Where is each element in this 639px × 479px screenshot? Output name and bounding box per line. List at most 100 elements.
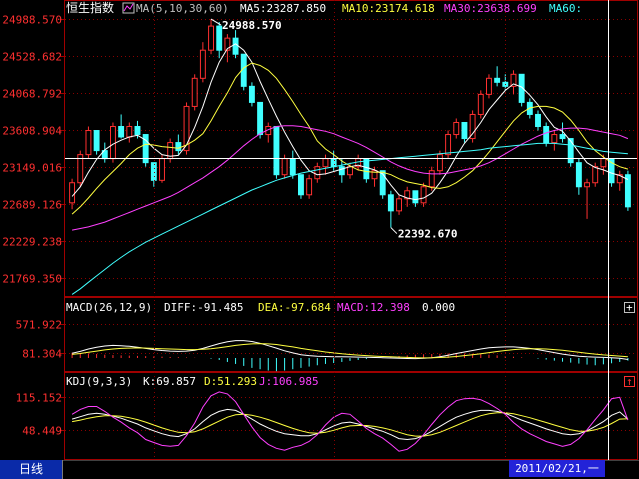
candle: [469, 110, 476, 143]
candle: [77, 150, 84, 187]
macd-header: MACD(26,12,9) DIFF:-91.485 DEA:-97.684 M…: [66, 301, 455, 314]
candle-body: [257, 101, 264, 136]
candle-body: [453, 121, 460, 136]
candle-body: [150, 162, 157, 181]
low-value-label: 22392.670: [398, 228, 458, 241]
candle: [445, 130, 452, 159]
kdj-tick-label: 115.152: [16, 392, 62, 405]
price-tick-label: 21769.350: [2, 273, 62, 286]
candle-body: [494, 77, 501, 83]
candle-body: [191, 77, 198, 107]
up-arrow-icon: ↑: [626, 375, 633, 388]
price-tick-label: 22229.238: [2, 236, 62, 249]
kdj-params: KDJ(9,3,3): [66, 375, 132, 388]
candle-body: [273, 126, 280, 176]
macd-tick-label: 571.922: [16, 319, 62, 332]
price-tick-label: 22689.126: [2, 199, 62, 212]
candle: [477, 90, 484, 119]
candle-body: [387, 194, 394, 212]
candle-body: [592, 166, 599, 184]
macd-diff-value: DIFF:-91.485: [164, 301, 243, 314]
candle-body: [396, 198, 402, 212]
candle-body: [110, 126, 116, 160]
candle: [379, 170, 386, 199]
high-value-label: 24988.570: [222, 19, 282, 32]
candle-body: [232, 37, 239, 55]
price-tick-label: 24068.792: [2, 88, 62, 101]
ma-params: MA(5,10,30,60): [136, 2, 229, 15]
candle: [93, 130, 100, 155]
candle-body: [216, 25, 223, 51]
candle: [486, 74, 492, 99]
candle-body: [338, 166, 345, 176]
candle-body: [93, 130, 100, 152]
chart-background: [0, 0, 639, 479]
candle-body: [600, 158, 607, 168]
candle-body: [535, 113, 541, 128]
high-annotation: 24988.570: [210, 18, 282, 32]
macd-params: MACD(26,12,9): [66, 301, 152, 314]
candle: [273, 126, 280, 179]
candle-body: [126, 126, 133, 138]
cursor-date-label: 2011/02/21,一: [509, 460, 605, 477]
plus-icon: +: [626, 301, 633, 314]
candle-body: [306, 178, 313, 196]
candle-body: [208, 25, 214, 51]
ma30-value: MA30:23638.699: [444, 2, 537, 15]
kdj-j-value: J:106.985: [259, 375, 319, 388]
candle: [110, 122, 116, 163]
candle-body: [248, 85, 255, 103]
macd-macd-value: MACD:12.398: [337, 301, 410, 314]
candle-body: [420, 186, 427, 204]
candle-body: [477, 93, 484, 115]
candle-body: [289, 158, 296, 176]
candle-body: [199, 49, 206, 79]
candle-body: [118, 126, 125, 138]
ma5-value: MA5:23287.850: [240, 2, 326, 15]
candle-body: [445, 134, 452, 156]
candle-body: [69, 182, 76, 204]
period-tab-daily[interactable]: 日线: [0, 460, 63, 479]
candle-body: [584, 182, 590, 188]
price-tick-label: 24988.570: [2, 14, 62, 27]
candle-body: [175, 142, 182, 152]
candle-body: [412, 190, 419, 204]
candle: [191, 74, 198, 111]
main-header: 恒生指数 MA(5,10,30,60) MA5:23287.850 MA10:2…: [66, 0, 582, 15]
stock-chart[interactable]: 24988.570 24528.682 24068.792 23608.904 2314…: [0, 0, 639, 479]
kdj-d-value: D:51.293: [204, 375, 257, 388]
candle-body: [461, 121, 468, 140]
ma10-value: MA10:23174.618: [342, 2, 435, 15]
candle: [518, 73, 525, 107]
macd-dea-value: DEA:-97.684: [258, 301, 331, 314]
candle-body: [85, 130, 92, 156]
candle: [420, 182, 427, 207]
candle: [624, 170, 631, 211]
candle-body: [428, 170, 435, 188]
candle: [306, 174, 313, 199]
candle: [248, 82, 255, 107]
price-tick-label: 24528.682: [2, 51, 62, 64]
price-tick-label: 23608.904: [2, 125, 62, 138]
candle-body: [134, 126, 141, 136]
kdj-k-value: K:69.857: [143, 375, 196, 388]
candle-body: [159, 158, 165, 181]
macd-expand-button[interactable]: +: [624, 301, 635, 314]
kdj-expand-button[interactable]: ↑: [624, 375, 635, 388]
candle-body: [567, 138, 574, 164]
macd-zero-value: 0.000: [422, 301, 455, 314]
kdj-tick-label: 48.449: [22, 425, 62, 438]
candle-body: [281, 158, 288, 176]
candle-body: [469, 113, 476, 140]
price-tick-label: 23149.016: [2, 162, 62, 175]
candle: [298, 174, 304, 199]
candle-body: [486, 77, 492, 95]
candle-body: [624, 174, 631, 208]
candle-body: [347, 166, 353, 176]
kdj-header: KDJ(9,3,3) K:69.857 D:51.293 J:106.985: [66, 375, 319, 388]
macd-tick-label: 81.304: [22, 348, 62, 361]
candle: [240, 53, 247, 91]
candle-body: [298, 174, 304, 196]
candle-body: [543, 126, 550, 144]
candle: [85, 126, 92, 159]
